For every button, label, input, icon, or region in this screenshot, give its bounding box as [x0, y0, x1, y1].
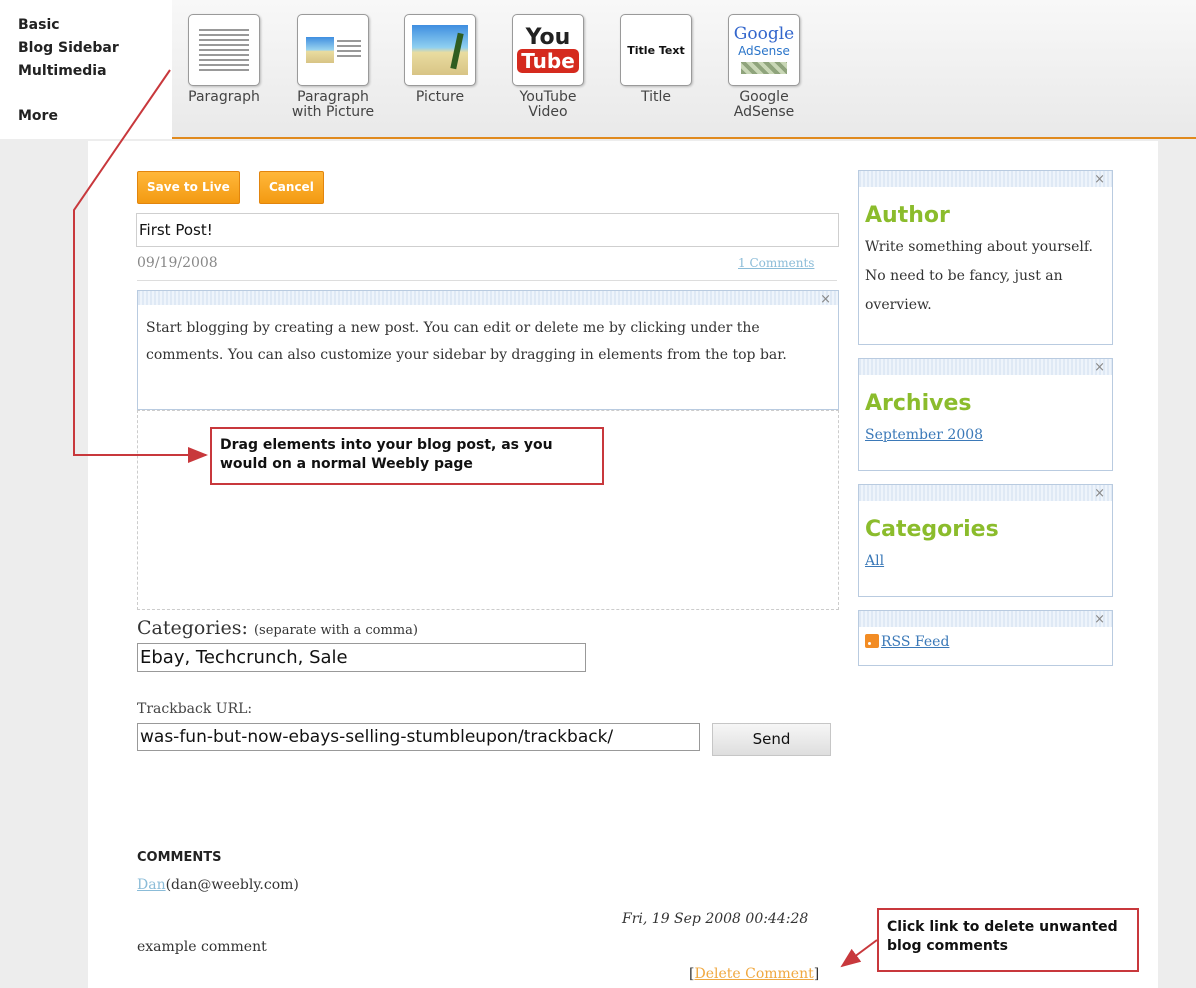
annotation-arrows	[73, 69, 878, 968]
delete-arrow	[840, 939, 878, 968]
drag-arrow	[73, 69, 208, 463]
